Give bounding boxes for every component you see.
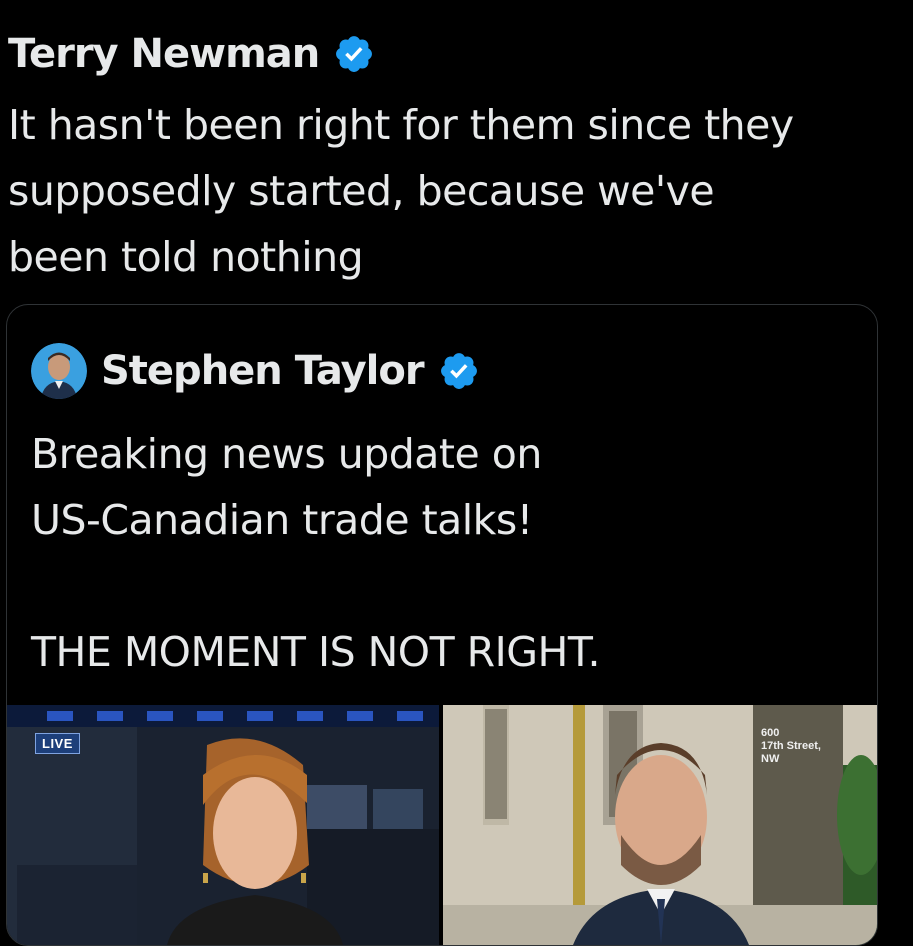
quoted-tweet-text: Breaking news update on US-Canadian trad… [31,430,601,676]
tweet-author-row: Terry Newman [8,26,375,82]
media-image-right[interactable]: 600 17th Street, NW [443,705,877,945]
quoted-author-row: Stephen Taylor [31,343,480,399]
quoted-tweet-card[interactable]: Stephen Taylor Breaking news update on U… [6,304,878,946]
verified-badge-icon [440,353,477,389]
media-image-left[interactable]: LIVE [7,705,439,945]
redaction-mark [418,22,908,82]
live-badge: LIVE [35,733,80,754]
redaction-mark [529,337,877,405]
avatar[interactable] [31,343,87,399]
building-sign-text: 600 17th Street, NW [761,727,821,765]
verified-badge-icon [336,36,373,72]
tweet-text: It hasn't been right for them since they… [8,101,794,281]
quoted-author-name[interactable]: Stephen Taylor [101,348,425,394]
tweet-author-name[interactable]: Terry Newman [8,31,320,77]
